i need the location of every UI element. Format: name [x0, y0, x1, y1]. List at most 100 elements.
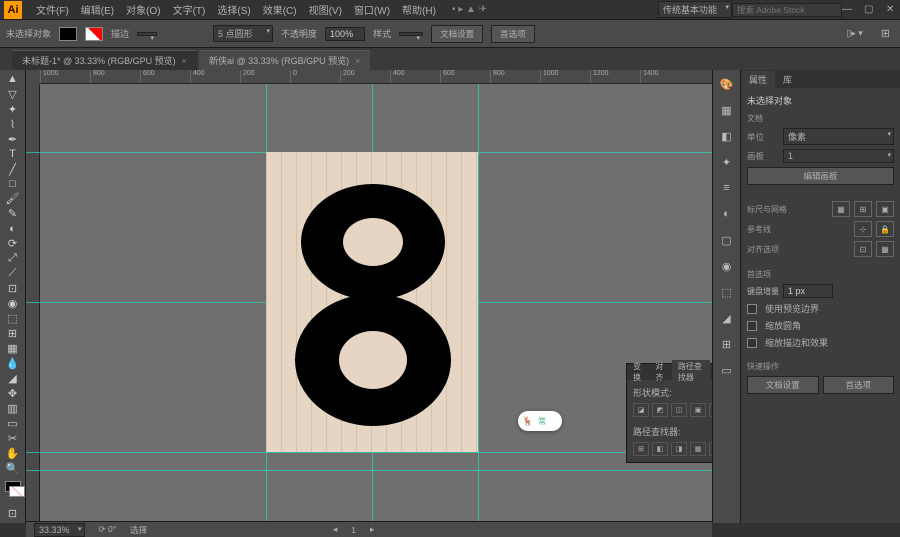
hand-tool[interactable]: ✋ [2, 447, 24, 460]
canvas[interactable]: 1000800600400200020040060080010001200140… [26, 70, 712, 523]
scale-corners-checkbox[interactable] [747, 321, 757, 331]
color-panel-icon[interactable]: 🎨 [717, 74, 737, 94]
pencil-tool[interactable]: ✎ [2, 207, 24, 220]
artboard-nav-number[interactable]: 1 [351, 525, 356, 535]
artboard-tool[interactable]: ▭ [2, 417, 24, 430]
direct-selection-tool[interactable]: ▽ [2, 88, 24, 101]
width-tool[interactable]: ⟋ [2, 267, 24, 280]
trim-icon[interactable]: ◧ [652, 442, 668, 456]
snap-point-icon[interactable]: ⊡ [854, 241, 872, 257]
floating-assistant[interactable]: 🦌 常 [518, 411, 562, 431]
intersect-icon[interactable]: ◫ [671, 403, 687, 417]
brush-dropdown[interactable]: 5 点圆形 [213, 25, 273, 42]
free-transform-tool[interactable]: ⊡ [2, 282, 24, 295]
perspective-tool[interactable]: ⬚ [2, 312, 24, 325]
mesh-tool[interactable]: ⊞ [2, 327, 24, 340]
line-tool[interactable]: ╱ [2, 163, 24, 176]
edit-artboards-button[interactable]: 编辑画板 [747, 167, 894, 185]
document-tab-2[interactable]: 新侠ai @ 33.33% (RGB/GPU 预览)× [199, 50, 370, 70]
units-dropdown[interactable]: 像素 [783, 128, 894, 145]
menu-select[interactable]: 选择(S) [211, 2, 256, 17]
doc-setup-quick-button[interactable]: 文档设置 [747, 376, 819, 394]
stroke-weight-dropdown[interactable] [137, 32, 157, 36]
close-tab-icon[interactable]: × [182, 56, 187, 66]
horizontal-ruler[interactable]: 1000800600400200020040060080010001200140… [40, 70, 712, 84]
symbols-panel-icon[interactable]: ✦ [717, 152, 737, 172]
graphic-styles-panel-icon[interactable]: ⬚ [717, 282, 737, 302]
zoom-tool[interactable]: 🔍 [2, 462, 24, 475]
menu-view[interactable]: 视图(V) [303, 2, 348, 17]
menu-edit[interactable]: 编辑(E) [75, 2, 120, 17]
search-input[interactable] [732, 3, 842, 17]
stroke-panel-icon[interactable]: ≡ [717, 178, 737, 198]
guide-h[interactable] [26, 470, 712, 471]
symbol-tool[interactable]: ✥ [2, 387, 24, 400]
ruler-icon[interactable]: ▦ [832, 201, 850, 217]
zoom-level[interactable]: 33.33% [34, 523, 85, 537]
rotate-view-icon[interactable]: ⟳ 0° [99, 524, 117, 535]
crop-icon[interactable]: ▦ [690, 442, 706, 456]
tab-align[interactable]: 对齐 [649, 360, 671, 384]
tab-pathfinder[interactable]: 路径查找器 [672, 360, 710, 384]
scale-tool[interactable]: ⤢ [2, 252, 24, 265]
artboard-nav-next[interactable]: ▸ [370, 524, 374, 535]
menu-object[interactable]: 对象(O) [120, 2, 166, 17]
slice-tool[interactable]: ✂ [2, 432, 24, 445]
fill-swatch[interactable] [59, 27, 77, 41]
menu-effect[interactable]: 效果(C) [257, 2, 303, 17]
artboard-dropdown[interactable]: 1 [783, 149, 894, 163]
unite-icon[interactable]: ◪ [633, 403, 649, 417]
style-dropdown[interactable] [399, 32, 423, 36]
preview-bounds-checkbox[interactable] [747, 304, 757, 314]
stroke-swatch[interactable] [85, 27, 103, 41]
maximize-icon[interactable]: ▢ [864, 4, 874, 15]
guide-h[interactable] [26, 452, 712, 453]
workspace-switcher[interactable]: 传统基本功能 [658, 1, 732, 18]
appearance-panel-icon[interactable]: ◉ [717, 256, 737, 276]
transparency-grid-icon[interactable]: ▣ [876, 201, 894, 217]
eraser-tool[interactable]: ◐ [2, 222, 24, 235]
paintbrush-tool[interactable]: 🖌 [2, 192, 24, 205]
outline-icon[interactable]: ▢ [709, 442, 712, 456]
preferences-button[interactable]: 首选项 [491, 25, 535, 43]
blend-tool[interactable]: ◢ [2, 372, 24, 385]
scale-strokes-checkbox[interactable] [747, 338, 757, 348]
minimize-icon[interactable]: — [842, 4, 852, 15]
menu-extra-icons[interactable]: ▪ ▸ ▲ ✈ [452, 4, 487, 15]
close-tab-icon[interactable]: × [355, 56, 360, 66]
stroke-color[interactable] [9, 486, 25, 497]
vertical-ruler[interactable] [26, 84, 40, 523]
snap-grid-icon[interactable]: ▦ [876, 241, 894, 257]
menu-window[interactable]: 窗口(W) [348, 2, 396, 17]
document-tab-1[interactable]: 未标题-1* @ 33.33% (RGB/GPU 预览)× [12, 50, 197, 70]
layers-panel-icon[interactable]: ◢ [717, 308, 737, 328]
gradient-panel-icon[interactable]: ◐ [717, 204, 737, 224]
artboards-panel-icon[interactable]: ▭ [717, 360, 737, 380]
eyedropper-tool[interactable]: 💧 [2, 357, 24, 370]
lasso-tool[interactable]: ⌇ [2, 118, 24, 131]
close-icon[interactable]: ✕ [886, 4, 896, 15]
arrange-icon[interactable]: ⊞ [877, 27, 894, 40]
align-icons[interactable]: ▯▸ ▾ [840, 28, 869, 39]
swatches-panel-icon[interactable]: ▦ [717, 100, 737, 120]
menu-file[interactable]: 文件(F) [30, 2, 75, 17]
menu-help[interactable]: 帮助(H) [396, 2, 442, 17]
asset-export-panel-icon[interactable]: ⊞ [717, 334, 737, 354]
brushes-panel-icon[interactable]: ◧ [717, 126, 737, 146]
screen-mode[interactable]: ⊡ [2, 507, 24, 520]
artboard-nav-prev[interactable]: ◂ [333, 524, 337, 535]
divide-icon[interactable]: ⊞ [633, 442, 649, 456]
gradient-tool[interactable]: ▦ [2, 342, 24, 355]
show-guides-icon[interactable]: ⊹ [854, 221, 872, 237]
graph-tool[interactable]: ▥ [2, 402, 24, 415]
doc-setup-button[interactable]: 文档设置 [431, 25, 483, 43]
shape-builder-tool[interactable]: ◉ [2, 297, 24, 310]
guide-v[interactable] [478, 84, 479, 523]
pen-tool[interactable]: ✒ [2, 133, 24, 146]
rectangle-tool[interactable]: □ [2, 178, 24, 191]
minus-front-icon[interactable]: ◩ [652, 403, 668, 417]
tab-properties[interactable]: 属性 [741, 71, 775, 88]
selection-tool[interactable]: ▲ [2, 73, 24, 86]
ruler-origin[interactable] [26, 70, 40, 84]
exclude-icon[interactable]: ▣ [690, 403, 706, 417]
